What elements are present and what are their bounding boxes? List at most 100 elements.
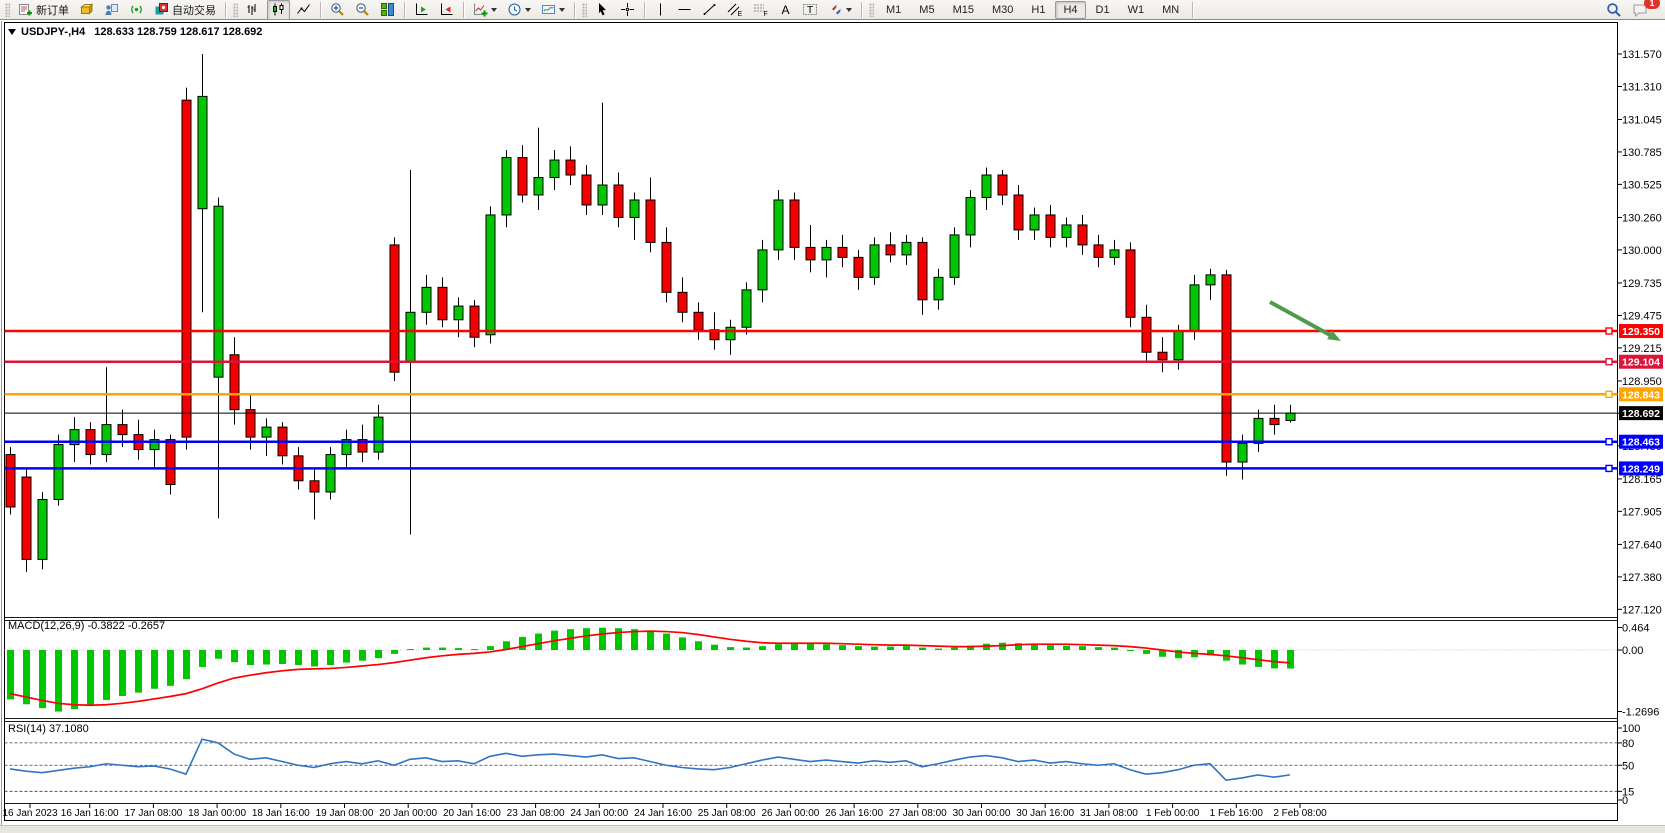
- line-handle[interactable]: [1606, 359, 1612, 365]
- auto-scroll-button[interactable]: [410, 0, 433, 20]
- horizontal-line-tool-button[interactable]: [673, 0, 696, 20]
- svg-text:128.249: 128.249: [1622, 463, 1660, 475]
- chat-button[interactable]: 1: [1628, 0, 1653, 20]
- toolbar-grip[interactable]: [5, 3, 10, 17]
- svg-text:20 Jan 00:00: 20 Jan 00:00: [379, 808, 437, 819]
- signal-button[interactable]: [125, 0, 148, 20]
- svg-text:127.380: 127.380: [1622, 572, 1662, 584]
- auto-trading-button[interactable]: 自动交易: [150, 0, 220, 20]
- svg-text:23 Jan 08:00: 23 Jan 08:00: [507, 808, 565, 819]
- svg-text:16 Jan 16:00: 16 Jan 16:00: [61, 808, 119, 819]
- text-label-tool-button[interactable]: T: [798, 0, 822, 20]
- svg-text:26 Jan 16:00: 26 Jan 16:00: [825, 808, 883, 819]
- toolbar-separator: [861, 2, 862, 18]
- dropdown-caret-icon: [525, 8, 531, 15]
- svg-text:130.525: 130.525: [1622, 179, 1662, 191]
- bar-chart-button[interactable]: [242, 0, 265, 20]
- history-center-button[interactable]: [75, 0, 98, 20]
- dropdown-caret-icon: [846, 8, 852, 15]
- trendline-tool-button[interactable]: [698, 0, 721, 20]
- zoom-in-icon: [330, 2, 345, 17]
- svg-text:128.692: 128.692: [1622, 408, 1660, 420]
- periods-button[interactable]: [503, 0, 535, 20]
- arrows-tool-button[interactable]: [824, 0, 856, 20]
- auto-trading-icon: [154, 2, 169, 17]
- line-handle[interactable]: [1606, 439, 1612, 445]
- timeframe-group: M1M5M15M30H1H4D1W1MN: [877, 1, 1188, 19]
- svg-text:-1.2696: -1.2696: [1622, 707, 1659, 719]
- gold-box-icon: [79, 2, 94, 17]
- trendline-icon: [702, 2, 717, 17]
- new-order-icon: [18, 2, 33, 17]
- toolbar-grip[interactable]: [582, 3, 587, 17]
- signal-icon: [129, 2, 144, 17]
- timeframe-m30-button[interactable]: M30: [984, 1, 1021, 19]
- svg-text:2 Feb 08:00: 2 Feb 08:00: [1273, 808, 1327, 819]
- toolbar-separator: [463, 2, 464, 18]
- svg-text:130.260: 130.260: [1622, 212, 1662, 224]
- svg-text:27 Jan 08:00: 27 Jan 08:00: [889, 808, 947, 819]
- equidistant-channel-tool-button[interactable]: E: [723, 0, 747, 20]
- chart-shift-icon: [439, 2, 454, 17]
- svg-text:20 Jan 16:00: 20 Jan 16:00: [443, 808, 501, 819]
- macd-indicator-label: MACD(12,26,9) -0.3822 -0.2657: [8, 620, 165, 632]
- fibonacci-tool-button[interactable]: F: [749, 0, 773, 20]
- zoom-out-button[interactable]: [351, 0, 374, 20]
- line-handle[interactable]: [1606, 391, 1612, 397]
- tile-windows-button[interactable]: [376, 0, 399, 20]
- search-button[interactable]: [1602, 0, 1626, 20]
- svg-text:129.215: 129.215: [1622, 343, 1662, 355]
- svg-text:127.905: 127.905: [1622, 506, 1662, 518]
- timeframe-m5-button[interactable]: M5: [911, 1, 942, 19]
- timeframe-mn-button[interactable]: MN: [1154, 1, 1187, 19]
- cursor-tool-button[interactable]: [591, 0, 614, 20]
- indicators-icon: [473, 2, 488, 17]
- candlestick-chart-button[interactable]: [267, 0, 290, 20]
- chart-title: USDJPY-,H4: [21, 26, 85, 38]
- svg-text:50: 50: [1622, 760, 1634, 772]
- zoom-in-button[interactable]: [326, 0, 349, 20]
- toolbar-separator: [225, 2, 226, 18]
- line-handle[interactable]: [1606, 465, 1612, 471]
- candlestick-chart-icon: [271, 2, 286, 17]
- timeframe-d1-button[interactable]: D1: [1088, 1, 1118, 19]
- arrows-icon: [828, 2, 843, 17]
- timeframe-m15-button[interactable]: M15: [945, 1, 982, 19]
- svg-text:0.00: 0.00: [1622, 645, 1643, 657]
- svg-text:18 Jan 00:00: 18 Jan 00:00: [188, 808, 246, 819]
- line-chart-button[interactable]: [292, 0, 315, 20]
- svg-text:130.785: 130.785: [1622, 147, 1662, 159]
- chart-ohlc-values: 128.633 128.759 128.617 128.692: [94, 26, 262, 38]
- svg-text:128.950: 128.950: [1622, 376, 1662, 388]
- bar-chart-icon: [246, 2, 261, 17]
- line-handle[interactable]: [1606, 328, 1612, 334]
- chart-shift-button[interactable]: [435, 0, 458, 20]
- chat-badge: 1: [1644, 0, 1660, 9]
- crosshair-tool-button[interactable]: [616, 0, 639, 20]
- svg-text:26 Jan 00:00: 26 Jan 00:00: [761, 808, 819, 819]
- timeframe-m1-button[interactable]: M1: [878, 1, 909, 19]
- vertical-line-tool-button[interactable]: [650, 0, 671, 20]
- template-icon: [541, 2, 556, 17]
- equidistant-channel-icon: E: [727, 2, 743, 17]
- new-order-button[interactable]: 新订单: [14, 0, 73, 20]
- timeframe-w1-button[interactable]: W1: [1120, 1, 1153, 19]
- templates-button[interactable]: [537, 0, 569, 20]
- timeframe-h1-button[interactable]: H1: [1023, 1, 1053, 19]
- text-icon: A: [779, 2, 792, 17]
- toolbar-grip[interactable]: [869, 3, 874, 17]
- price-chart-canvas[interactable]: 131.570131.310131.045130.785130.525130.2…: [0, 0, 1665, 832]
- indicators-button[interactable]: [469, 0, 501, 20]
- publisher-button[interactable]: [100, 0, 123, 20]
- text-tool-button[interactable]: A: [775, 0, 796, 20]
- timeframe-h4-button[interactable]: H4: [1055, 1, 1085, 19]
- svg-text:129.475: 129.475: [1622, 310, 1662, 322]
- toolbar-grip[interactable]: [233, 3, 238, 17]
- toolbar-separator: [320, 2, 321, 18]
- tile-windows-icon: [380, 2, 395, 17]
- svg-text:0: 0: [1622, 795, 1628, 807]
- svg-text:24 Jan 00:00: 24 Jan 00:00: [570, 808, 628, 819]
- text-label-icon: T: [802, 2, 818, 17]
- svg-text:129.735: 129.735: [1622, 278, 1662, 290]
- collapse-icon[interactable]: [8, 29, 16, 35]
